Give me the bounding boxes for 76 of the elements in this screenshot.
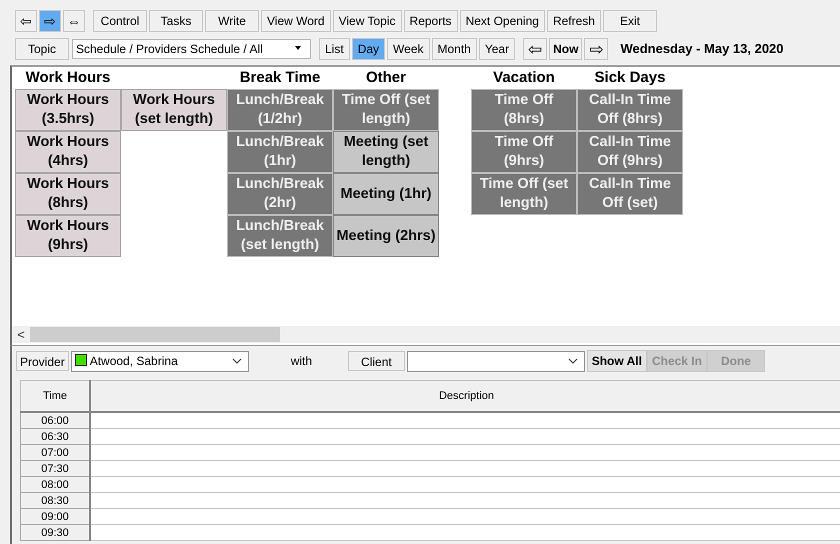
category-heading: Sick Days — [594, 68, 666, 88]
provider-label: Provider — [16, 351, 69, 371]
now-button[interactable]: Now — [549, 38, 582, 60]
nav-arrow-button[interactable]: ⇦ — [15, 10, 37, 32]
provider-dropdown[interactable]: Atwood, Sabrina — [70, 350, 249, 372]
description-cell[interactable] — [90, 460, 840, 476]
with-label: with — [290, 354, 312, 368]
action-button[interactable]: Show All — [586, 350, 647, 372]
appointment-type-tile[interactable]: Work Hours (9hrs) — [15, 215, 121, 257]
scrollbar-thumb[interactable] — [30, 327, 280, 342]
category-heading: Vacation — [492, 68, 556, 88]
client-dropdown[interactable] — [406, 350, 585, 372]
appointment-type-tile[interactable]: Lunch/Break (set length) — [227, 215, 333, 257]
view-tab[interactable]: Year — [478, 38, 516, 60]
nav-arrow-button[interactable]: ⇔ — [63, 10, 85, 32]
description-cell[interactable] — [90, 476, 840, 492]
toolbar-button[interactable]: Refresh — [546, 10, 601, 32]
view-tab[interactable]: Month — [432, 38, 477, 60]
appointment-type-tile[interactable]: Lunch/Break (1hr) — [227, 131, 333, 173]
description-cell[interactable] — [90, 428, 840, 444]
dropdown-caret-icon — [294, 46, 302, 51]
appointment-type-tile[interactable]: Meeting (2hrs) — [333, 215, 439, 257]
time-cell: 07:00 — [20, 444, 90, 460]
description-cell[interactable] — [90, 444, 840, 460]
view-tab[interactable]: Day — [352, 38, 386, 60]
dropdown-caret-icon — [232, 358, 242, 364]
description-cell[interactable] — [90, 492, 840, 508]
category-heading: Work Hours — [24, 68, 112, 88]
category-heading: Other — [364, 68, 407, 88]
appointment-type-tile[interactable]: Time Off (set length) — [471, 173, 577, 215]
appointment-type-tile[interactable]: Work Hours (3.5hrs) — [15, 89, 121, 131]
toolbar-button[interactable]: Exit — [602, 10, 657, 32]
dropdown-caret-icon — [568, 358, 578, 364]
toolbar-button[interactable]: Tasks — [149, 10, 203, 32]
time-cell: 06:00 — [20, 412, 90, 428]
toolbar-button[interactable]: Next Opening — [460, 10, 545, 32]
time-cell: 08:00 — [20, 476, 90, 492]
previous-day-button[interactable]: ⇦ — [523, 38, 548, 60]
time-cell: 09:00 — [20, 508, 90, 524]
toolbar-button[interactable]: View Topic — [332, 10, 402, 32]
topic-button[interactable]: Topic — [15, 38, 69, 60]
nav-arrow-button[interactable]: ⇨ — [39, 10, 61, 32]
toolbar-button[interactable]: Write — [205, 10, 259, 32]
time-cell: 08:30 — [20, 492, 90, 508]
toolbar-button[interactable]: Reports — [404, 10, 458, 32]
time-cell: 07:30 — [20, 460, 90, 476]
appointment-type-tile[interactable]: Work Hours (set length) — [121, 89, 227, 131]
appointment-type-tile[interactable]: Lunch/Break (2hr) — [227, 173, 333, 215]
appointment-type-tile[interactable]: Meeting (1hr) — [333, 173, 439, 215]
appointment-type-tile[interactable]: Time Off (9hrs) — [471, 131, 577, 173]
toolbar-button[interactable]: View Word — [261, 10, 331, 32]
time-cell: 09:30 — [20, 524, 90, 540]
category-heading: Break Time — [238, 68, 322, 88]
time-cell: 06:30 — [20, 428, 90, 444]
appointment-type-tile[interactable]: Call-In Time Off (8hrs) — [577, 89, 683, 131]
column-header[interactable]: Time — [20, 380, 90, 412]
appointment-type-tile[interactable]: Time Off (set length) — [333, 89, 439, 131]
description-cell[interactable] — [90, 412, 840, 428]
appointment-type-tile[interactable]: Meeting (set length) — [333, 131, 439, 173]
appointment-type-tile[interactable]: Time Off (8hrs) — [471, 89, 577, 131]
appointment-type-tile[interactable]: Work Hours (8hrs) — [15, 173, 121, 215]
toolbar-button[interactable]: Control — [93, 10, 147, 32]
appointment-type-tile[interactable]: Lunch/Break (1/2hr) — [227, 89, 333, 131]
topic-dropdown[interactable]: Schedule / Providers Schedule / All — [72, 38, 311, 58]
scroll-left-button[interactable]: < — [12, 327, 30, 342]
view-tab[interactable]: List — [319, 38, 350, 60]
description-cell[interactable] — [90, 524, 840, 540]
appointment-type-tile[interactable]: Call-In Time Off (9hrs) — [577, 131, 683, 173]
appointment-type-tile[interactable]: Call-In Time Off (set) — [577, 173, 683, 215]
next-day-button[interactable]: ⇨ — [584, 38, 608, 60]
view-tab[interactable]: Week — [387, 38, 430, 60]
description-cell[interactable] — [90, 508, 840, 524]
current-date: Wednesday - May 13, 2020 — [620, 41, 784, 56]
column-header[interactable]: Description — [90, 380, 840, 412]
client-label: Client — [348, 351, 405, 371]
appointment-type-tile[interactable]: Work Hours (4hrs) — [15, 131, 121, 173]
